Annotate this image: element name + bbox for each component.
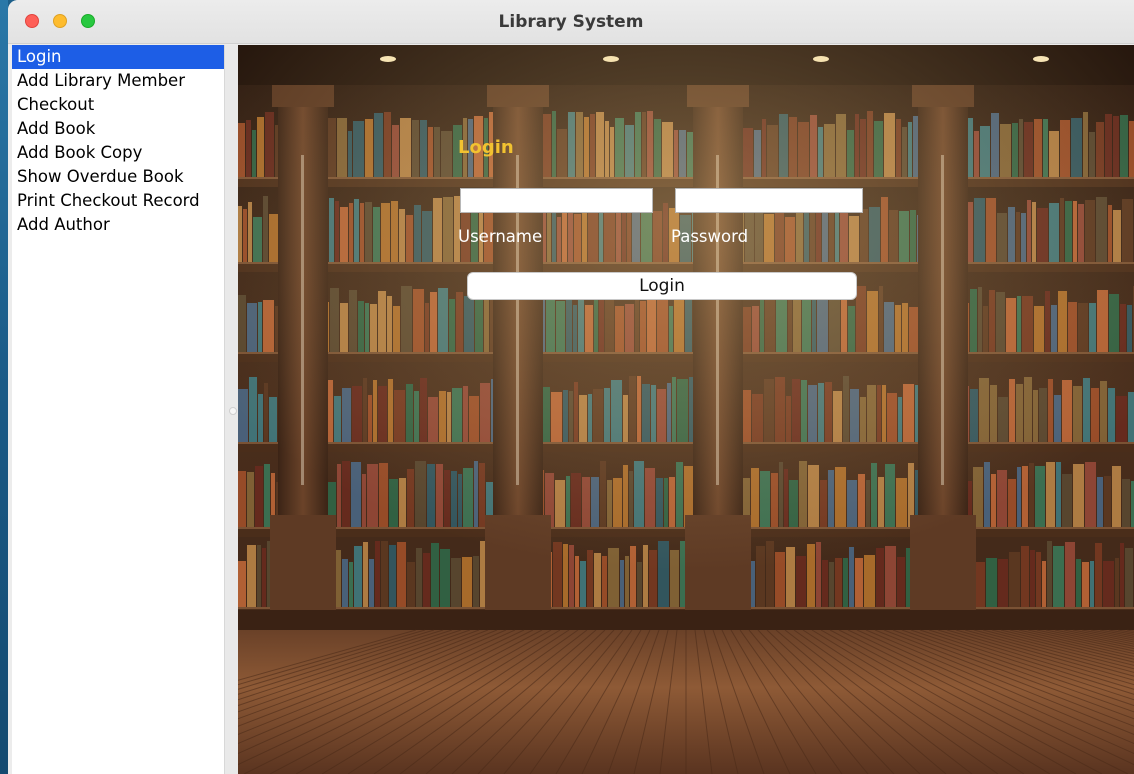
sidebar-item-add-author[interactable]: Add Author xyxy=(12,213,224,237)
sidebar-item-add-library-member[interactable]: Add Library Member xyxy=(12,69,224,93)
title-bar[interactable]: Library System xyxy=(8,0,1134,44)
login-heading: Login xyxy=(458,137,514,158)
sidebar-item-show-overdue-book[interactable]: Show Overdue Book xyxy=(12,165,224,189)
username-label: Username xyxy=(458,227,543,246)
sidebar-item-checkout[interactable]: Checkout xyxy=(12,93,224,117)
app-window: Library System Login Add Library Member … xyxy=(8,0,1134,774)
sidebar-menu-list: Login Add Library Member Checkout Add Bo… xyxy=(12,45,225,774)
password-label: Password xyxy=(671,227,749,246)
sidebar-item-print-checkout-record[interactable]: Print Checkout Record xyxy=(12,189,224,213)
sidebar-item-login[interactable]: Login xyxy=(12,45,224,69)
login-button[interactable]: Login xyxy=(467,272,857,300)
sidebar-item-add-book-copy[interactable]: Add Book Copy xyxy=(12,141,224,165)
divider-grip-handle[interactable] xyxy=(229,407,237,415)
split-pane-divider[interactable] xyxy=(225,45,238,774)
library-background-image xyxy=(238,45,1134,774)
sidebar-item-add-book[interactable]: Add Book xyxy=(12,117,224,141)
password-input[interactable] xyxy=(675,188,863,213)
login-panel: Login Username Password Login xyxy=(238,45,1134,774)
window-title: Library System xyxy=(498,12,644,32)
desktop-background xyxy=(0,0,8,774)
username-input[interactable] xyxy=(460,188,653,213)
